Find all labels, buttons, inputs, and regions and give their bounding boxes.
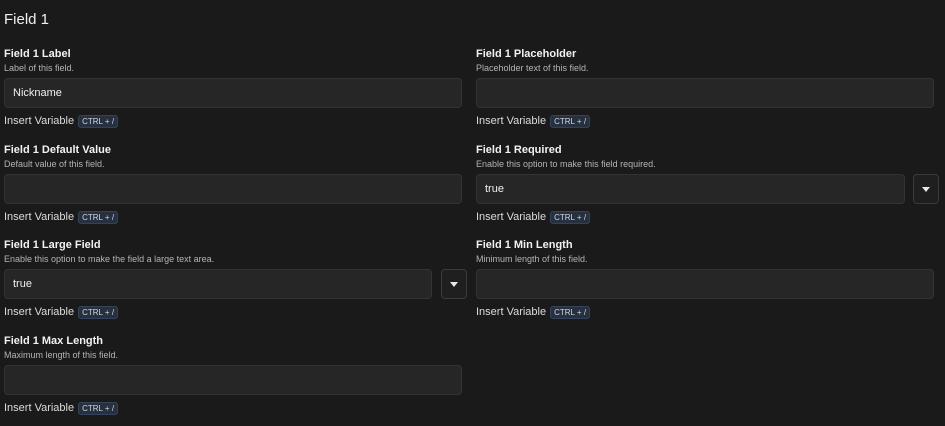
chevron-down-icon: [922, 186, 930, 192]
field-max-length-input-row: [4, 365, 462, 395]
shortcut-badge: CTRL + /: [78, 210, 119, 224]
field-min-length-group: Field 1 Min Length Minimum length of thi…: [476, 239, 934, 319]
field-placeholder-input-row: [476, 78, 934, 108]
field-label-group: Field 1 Label Label of this field. Inser…: [4, 48, 462, 128]
field-placeholder-group: Field 1 Placeholder Placeholder text of …: [476, 48, 934, 128]
field-label-input-row: [4, 78, 462, 108]
shortcut-badge: CTRL + /: [78, 305, 119, 319]
insert-variable-link[interactable]: Insert Variable: [4, 306, 74, 318]
field-min-length-description: Minimum length of this field.: [476, 254, 588, 264]
insert-variable-row: Insert Variable CTRL + /: [4, 401, 462, 415]
field-large-field-title: Field 1 Large Field: [4, 239, 101, 251]
field-min-length-input-row: [476, 269, 934, 299]
field-default-value-description: Default value of this field.: [4, 159, 105, 169]
insert-variable-row: Insert Variable CTRL + /: [476, 114, 934, 128]
field-large-field-description: Enable this option to make the field a l…: [4, 254, 215, 264]
field-placeholder-input[interactable]: [476, 78, 934, 108]
field-large-field-input-row: true: [4, 269, 468, 299]
field-required-dropdown-button[interactable]: [913, 174, 939, 204]
field-required-description: Enable this option to make this field re…: [476, 159, 656, 169]
field-label-input[interactable]: [4, 78, 462, 108]
field-default-value-title: Field 1 Default Value: [4, 144, 111, 156]
shortcut-badge: CTRL + /: [78, 114, 119, 128]
insert-variable-link[interactable]: Insert Variable: [4, 211, 74, 223]
chevron-down-icon: [450, 281, 458, 287]
shortcut-badge: CTRL + /: [550, 210, 591, 224]
field-large-field-group: Field 1 Large Field Enable this option t…: [4, 239, 468, 319]
field-max-length-input[interactable]: [4, 365, 462, 395]
insert-variable-link[interactable]: Insert Variable: [476, 306, 546, 318]
field-large-field-dropdown-button[interactable]: [441, 269, 467, 299]
field-required-select[interactable]: true: [476, 174, 905, 204]
field-min-length-title: Field 1 Min Length: [476, 239, 573, 251]
field-label-title: Field 1 Label: [4, 48, 71, 60]
field-min-length-input[interactable]: [476, 269, 934, 299]
insert-variable-link[interactable]: Insert Variable: [4, 402, 74, 414]
insert-variable-row: Insert Variable CTRL + /: [476, 305, 934, 319]
field-label-description: Label of this field.: [4, 63, 75, 73]
field-max-length-group: Field 1 Max Length Maximum length of thi…: [4, 335, 462, 415]
insert-variable-row: Insert Variable CTRL + /: [4, 305, 468, 319]
insert-variable-row: Insert Variable CTRL + /: [4, 114, 462, 128]
field-placeholder-title: Field 1 Placeholder: [476, 48, 577, 60]
field-large-field-select[interactable]: true: [4, 269, 432, 299]
insert-variable-link[interactable]: Insert Variable: [4, 115, 74, 127]
insert-variable-row: Insert Variable CTRL + /: [476, 210, 934, 224]
shortcut-badge: CTRL + /: [550, 114, 591, 128]
field-default-value-input[interactable]: [4, 174, 462, 204]
field-placeholder-description: Placeholder text of this field.: [476, 63, 589, 73]
field-default-value-input-row: [4, 174, 462, 204]
insert-variable-link[interactable]: Insert Variable: [476, 115, 546, 127]
field-required-group: Field 1 Required Enable this option to m…: [476, 144, 939, 224]
insert-variable-row: Insert Variable CTRL + /: [4, 210, 462, 224]
field-max-length-title: Field 1 Max Length: [4, 335, 104, 347]
field-max-length-description: Maximum length of this field.: [4, 350, 119, 360]
shortcut-badge: CTRL + /: [550, 305, 591, 319]
shortcut-badge: CTRL + /: [78, 401, 119, 415]
field-required-input-row: true: [476, 174, 939, 204]
field-default-value-group: Field 1 Default Value Default value of t…: [4, 144, 462, 224]
field-required-title: Field 1 Required: [476, 144, 562, 156]
insert-variable-link[interactable]: Insert Variable: [476, 211, 546, 223]
section-title: Field 1: [4, 11, 50, 28]
